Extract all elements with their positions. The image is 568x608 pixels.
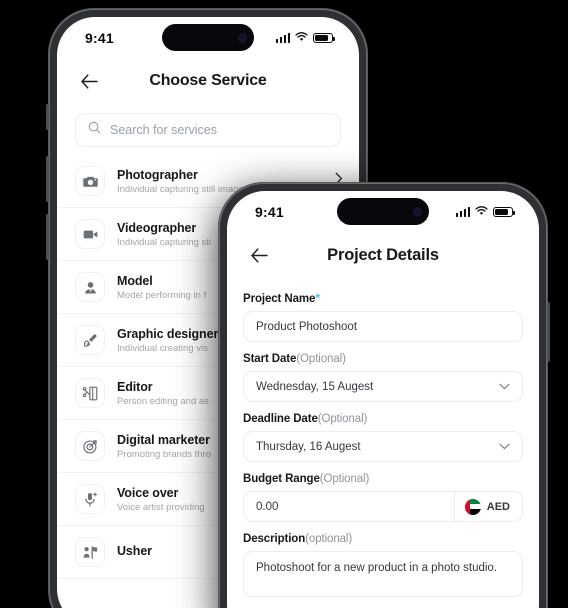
chevron-down-icon: [499, 443, 510, 450]
battery-icon: [493, 207, 516, 217]
label-text: Deadline Date: [243, 413, 318, 425]
volume-down-button[interactable]: [46, 214, 49, 260]
status-indicators: [455, 203, 516, 221]
phone-project-details: 9:41 Project Details Project Name* Produ…: [218, 182, 550, 608]
chevron-down-icon: [499, 383, 510, 390]
service-name: Photographer: [117, 167, 198, 182]
usher-person-icon: [75, 537, 105, 567]
optional-marker: (optional): [305, 533, 353, 545]
silent-switch-button[interactable]: [46, 104, 49, 130]
phone2-status-bar: 9:41: [227, 191, 539, 233]
currency-code: AED: [486, 500, 510, 513]
pen-tool-icon: [75, 325, 105, 355]
deadline-date-label: Deadline Date(Optional): [243, 413, 523, 425]
description-label: Description(optional): [243, 533, 523, 545]
film-edit-icon: [75, 378, 105, 408]
status-indicators: [275, 29, 336, 47]
dynamic-island: [162, 24, 254, 51]
power-button[interactable]: [547, 302, 550, 362]
label-text: Project Name: [243, 293, 316, 305]
page-title: Choose Service: [149, 72, 267, 89]
project-details-form: Project Name* Product Photoshoot Start D…: [227, 277, 539, 597]
project-name-label: Project Name*: [243, 291, 523, 305]
microphone-icon: [75, 484, 105, 514]
video-camera-icon: [75, 219, 105, 249]
phone1-status-bar: 9:41: [57, 17, 359, 59]
uae-flag-icon: [464, 498, 481, 515]
start-date-field[interactable]: Wednesday, 15 Augest: [243, 371, 523, 402]
phone1-navbar: Choose Service: [57, 59, 359, 103]
project-name-group: Project Name* Product Photoshoot: [243, 291, 523, 342]
label-text: Description: [243, 533, 306, 545]
optional-marker: (Optional): [319, 473, 370, 485]
start-date-value: Wednesday, 15 Augest: [256, 380, 374, 393]
search-icon: [88, 121, 101, 139]
budget-amount-value: 0.00: [256, 500, 279, 513]
page-title: Project Details: [327, 245, 439, 264]
search-placeholder: Search for services: [110, 123, 217, 137]
search-input[interactable]: Search for services: [75, 113, 341, 147]
front-camera-icon: [238, 33, 247, 42]
camera-icon: [75, 166, 105, 196]
start-date-label: Start Date(Optional): [243, 353, 523, 365]
start-date-group: Start Date(Optional) Wednesday, 15 Auges…: [243, 353, 523, 402]
deadline-date-group: Deadline Date(Optional) Thursday, 16 Aug…: [243, 413, 523, 462]
screenshot-stage: 9:41 Choose Service Search for services …: [0, 0, 568, 608]
search-container: Search for services: [57, 103, 359, 155]
phone2-navbar: Project Details: [227, 233, 539, 277]
budget-range-label: Budget Range(Optional): [243, 473, 523, 485]
target-arrow-icon: [75, 431, 105, 461]
deadline-date-value: Thursday, 16 Augest: [256, 440, 361, 453]
project-name-value: Product Photoshoot: [256, 320, 358, 333]
label-text: Budget Range: [243, 473, 320, 485]
wifi-icon: [475, 203, 488, 221]
wifi-icon: [295, 29, 308, 47]
description-field[interactable]: Photoshoot for a new product in a photo …: [243, 551, 523, 597]
status-time: 9:41: [85, 30, 114, 46]
signal-bars-icon: [455, 207, 470, 217]
description-value: Photoshoot for a new product in a photo …: [256, 562, 498, 574]
budget-range-field: 0.00 AED: [243, 491, 523, 522]
budget-amount-input[interactable]: 0.00: [244, 492, 454, 521]
description-group: Description(optional) Photoshoot for a n…: [243, 533, 523, 597]
volume-up-button[interactable]: [46, 156, 49, 202]
project-name-field[interactable]: Product Photoshoot: [243, 311, 523, 342]
budget-range-group: Budget Range(Optional) 0.00 AED: [243, 473, 523, 522]
status-time: 9:41: [255, 204, 284, 220]
signal-bars-icon: [275, 33, 290, 43]
label-text: Start Date: [243, 353, 297, 365]
front-camera-icon: [413, 207, 422, 216]
required-marker: *: [315, 291, 320, 305]
model-person-icon: [75, 272, 105, 302]
deadline-date-field[interactable]: Thursday, 16 Augest: [243, 431, 523, 462]
phone2-screen: 9:41 Project Details Project Name* Produ…: [227, 191, 539, 608]
battery-icon: [313, 33, 336, 43]
optional-marker: (Optional): [296, 353, 346, 365]
dynamic-island: [337, 198, 429, 225]
currency-selector[interactable]: AED: [453, 492, 522, 521]
optional-marker: (Optional): [317, 413, 368, 425]
